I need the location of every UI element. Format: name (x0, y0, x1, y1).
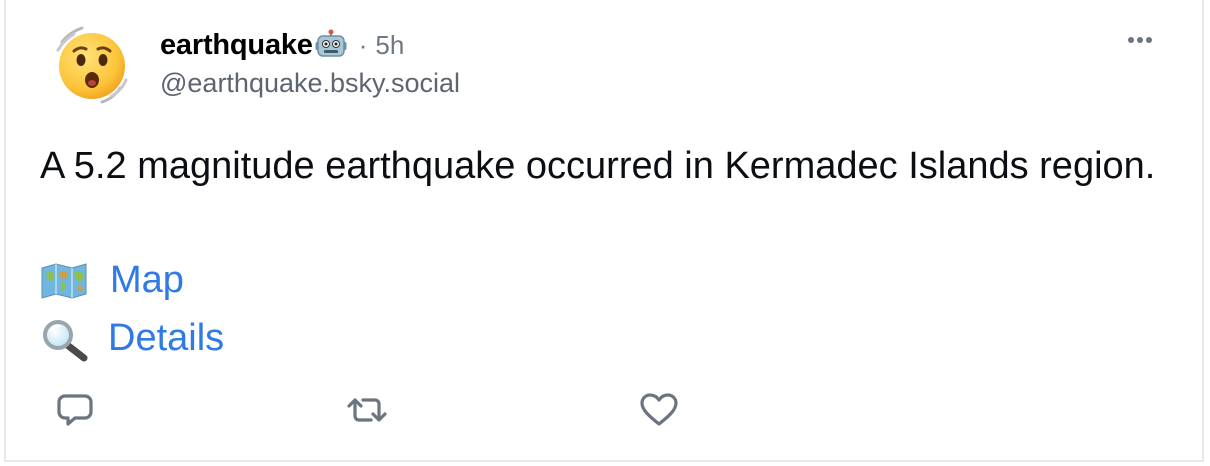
repost-button[interactable] (344, 388, 390, 432)
author-display-name[interactable]: earthquake (160, 29, 313, 62)
meta-separator: · (358, 29, 368, 60)
map-link[interactable]: Map (110, 259, 184, 302)
post-card[interactable]: earthquake · 5h @earthquake.bsky.social (4, 0, 1204, 462)
details-link-row: Details (40, 313, 224, 363)
repost-icon (347, 398, 387, 422)
reply-button[interactable] (52, 388, 98, 432)
magnifying-glass-icon (40, 318, 92, 362)
author-line: earthquake · 5h (160, 26, 404, 64)
post-actions (6, 388, 1202, 432)
post-text: A 5.2 magnitude earthquake occurred in K… (40, 145, 1156, 187)
robot-icon (315, 29, 347, 59)
map-link-row: Map (40, 255, 184, 305)
avatar[interactable] (48, 22, 134, 108)
astonished-face-icon (56, 26, 128, 104)
more-options-button[interactable] (1122, 28, 1158, 52)
heart-icon (640, 393, 678, 426)
reply-icon (57, 394, 93, 426)
more-options-icon (1128, 37, 1152, 43)
details-link[interactable]: Details (108, 317, 224, 360)
author-handle[interactable]: @earthquake.bsky.social (160, 68, 460, 99)
post-age[interactable]: 5h (375, 30, 404, 61)
like-button[interactable] (636, 388, 682, 432)
world-map-icon (40, 260, 88, 300)
